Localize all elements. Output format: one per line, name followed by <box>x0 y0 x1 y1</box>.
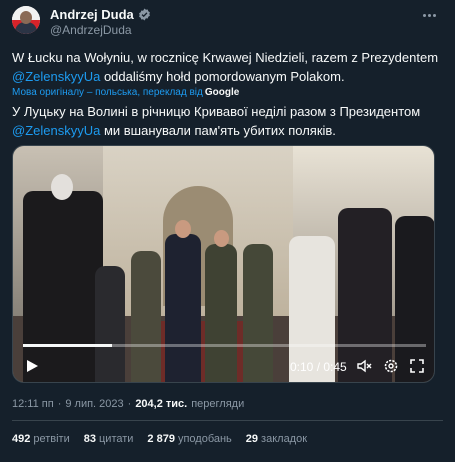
name-row: Andrzej Duda <box>50 6 151 22</box>
stat-label: ретвіти <box>33 433 70 445</box>
video-time-label: 0:10 / 0:45 <box>290 360 347 374</box>
tweet-text: W Łucku na Wołyniu, w rocznicę Krwawej N… <box>12 48 443 86</box>
translated-text-part: ми вшанували пам'ять убитих поляків. <box>100 123 336 138</box>
tweet-header: Andrzej Duda @AndrzejDuda <box>12 6 443 40</box>
stat-bookmarks[interactable]: 29 закладок <box>246 433 307 445</box>
meta-separator: · <box>127 398 132 410</box>
stat-label: уподобань <box>177 433 232 445</box>
display-name[interactable]: Andrzej Duda <box>50 7 134 22</box>
stat-likes[interactable]: 2 879 уподобань <box>147 433 231 445</box>
translated-mention-link[interactable]: @ZelenskyyUa <box>12 123 100 138</box>
tweet-meta: 12:11 пп · 9 лип. 2023 · 204,2 тис. пере… <box>12 398 244 410</box>
video-figure-bishop <box>338 208 392 382</box>
video-progress-fill <box>23 344 112 347</box>
avatar-head <box>20 11 32 24</box>
translation-provider: Google <box>204 87 240 98</box>
video-progress-bar[interactable] <box>23 344 426 347</box>
tweet-date[interactable]: 9 лип. 2023 <box>65 398 123 410</box>
meta-separator: · <box>57 398 62 410</box>
video-figure-priest <box>23 191 103 382</box>
video-figure <box>95 266 125 382</box>
verified-badge-icon <box>138 8 150 20</box>
video-player[interactable]: 0:10 / 0:45 <box>12 145 435 383</box>
stat-count: 29 <box>245 433 259 445</box>
video-figure-head <box>214 230 229 247</box>
translated-text-part: У Луцьку на Волині в річницю Кривавої не… <box>12 104 421 119</box>
tweet-time[interactable]: 12:11 пп <box>12 398 54 410</box>
video-figure-head <box>51 174 73 200</box>
stat-quotes[interactable]: 83 цитати <box>84 433 134 445</box>
engagement-stats: 492 ретвіти 83 цитати 2 879 уподобань 29 зак… <box>12 433 307 445</box>
stat-count: 83 <box>83 433 96 445</box>
video-figure-president-left <box>165 234 201 382</box>
avatar[interactable] <box>12 6 40 34</box>
settings-icon[interactable] <box>383 358 399 374</box>
fullscreen-icon[interactable] <box>409 358 425 374</box>
more-options-icon[interactable] <box>417 6 441 24</box>
video-figure-head <box>175 220 191 238</box>
mention-link[interactable]: @ZelenskyyUa <box>12 69 100 84</box>
stat-retweets[interactable]: 492 ретвіти <box>12 433 70 445</box>
stat-label: закладок <box>261 433 308 445</box>
divider <box>12 420 443 421</box>
stat-label: цитати <box>99 433 134 445</box>
stat-count: 2 879 <box>147 433 175 445</box>
translation-note[interactable]: Мова оригіналу – польська, переклад від … <box>12 87 239 98</box>
video-figure-president-right <box>205 244 237 382</box>
views-count: 204,2 тис. <box>135 398 188 410</box>
translation-note-text: Мова оригіналу – польська, переклад від <box>12 87 203 98</box>
translated-text: У Луцьку на Волині в річницю Кривавої не… <box>12 102 443 140</box>
mute-icon[interactable] <box>356 358 372 374</box>
play-icon[interactable] <box>25 359 39 373</box>
views-label: перегляди <box>191 398 245 410</box>
tweet-text-part: oddaliśmy hołd pomordowanym Polakom. <box>100 69 345 84</box>
handle[interactable]: @AndrzejDuda <box>50 23 132 37</box>
video-figure <box>243 244 273 382</box>
video-figure <box>131 251 161 382</box>
tweet-text-part: W Łucku na Wołyniu, w rocznicę Krwawej N… <box>12 50 439 65</box>
stat-count: 492 <box>12 433 31 445</box>
